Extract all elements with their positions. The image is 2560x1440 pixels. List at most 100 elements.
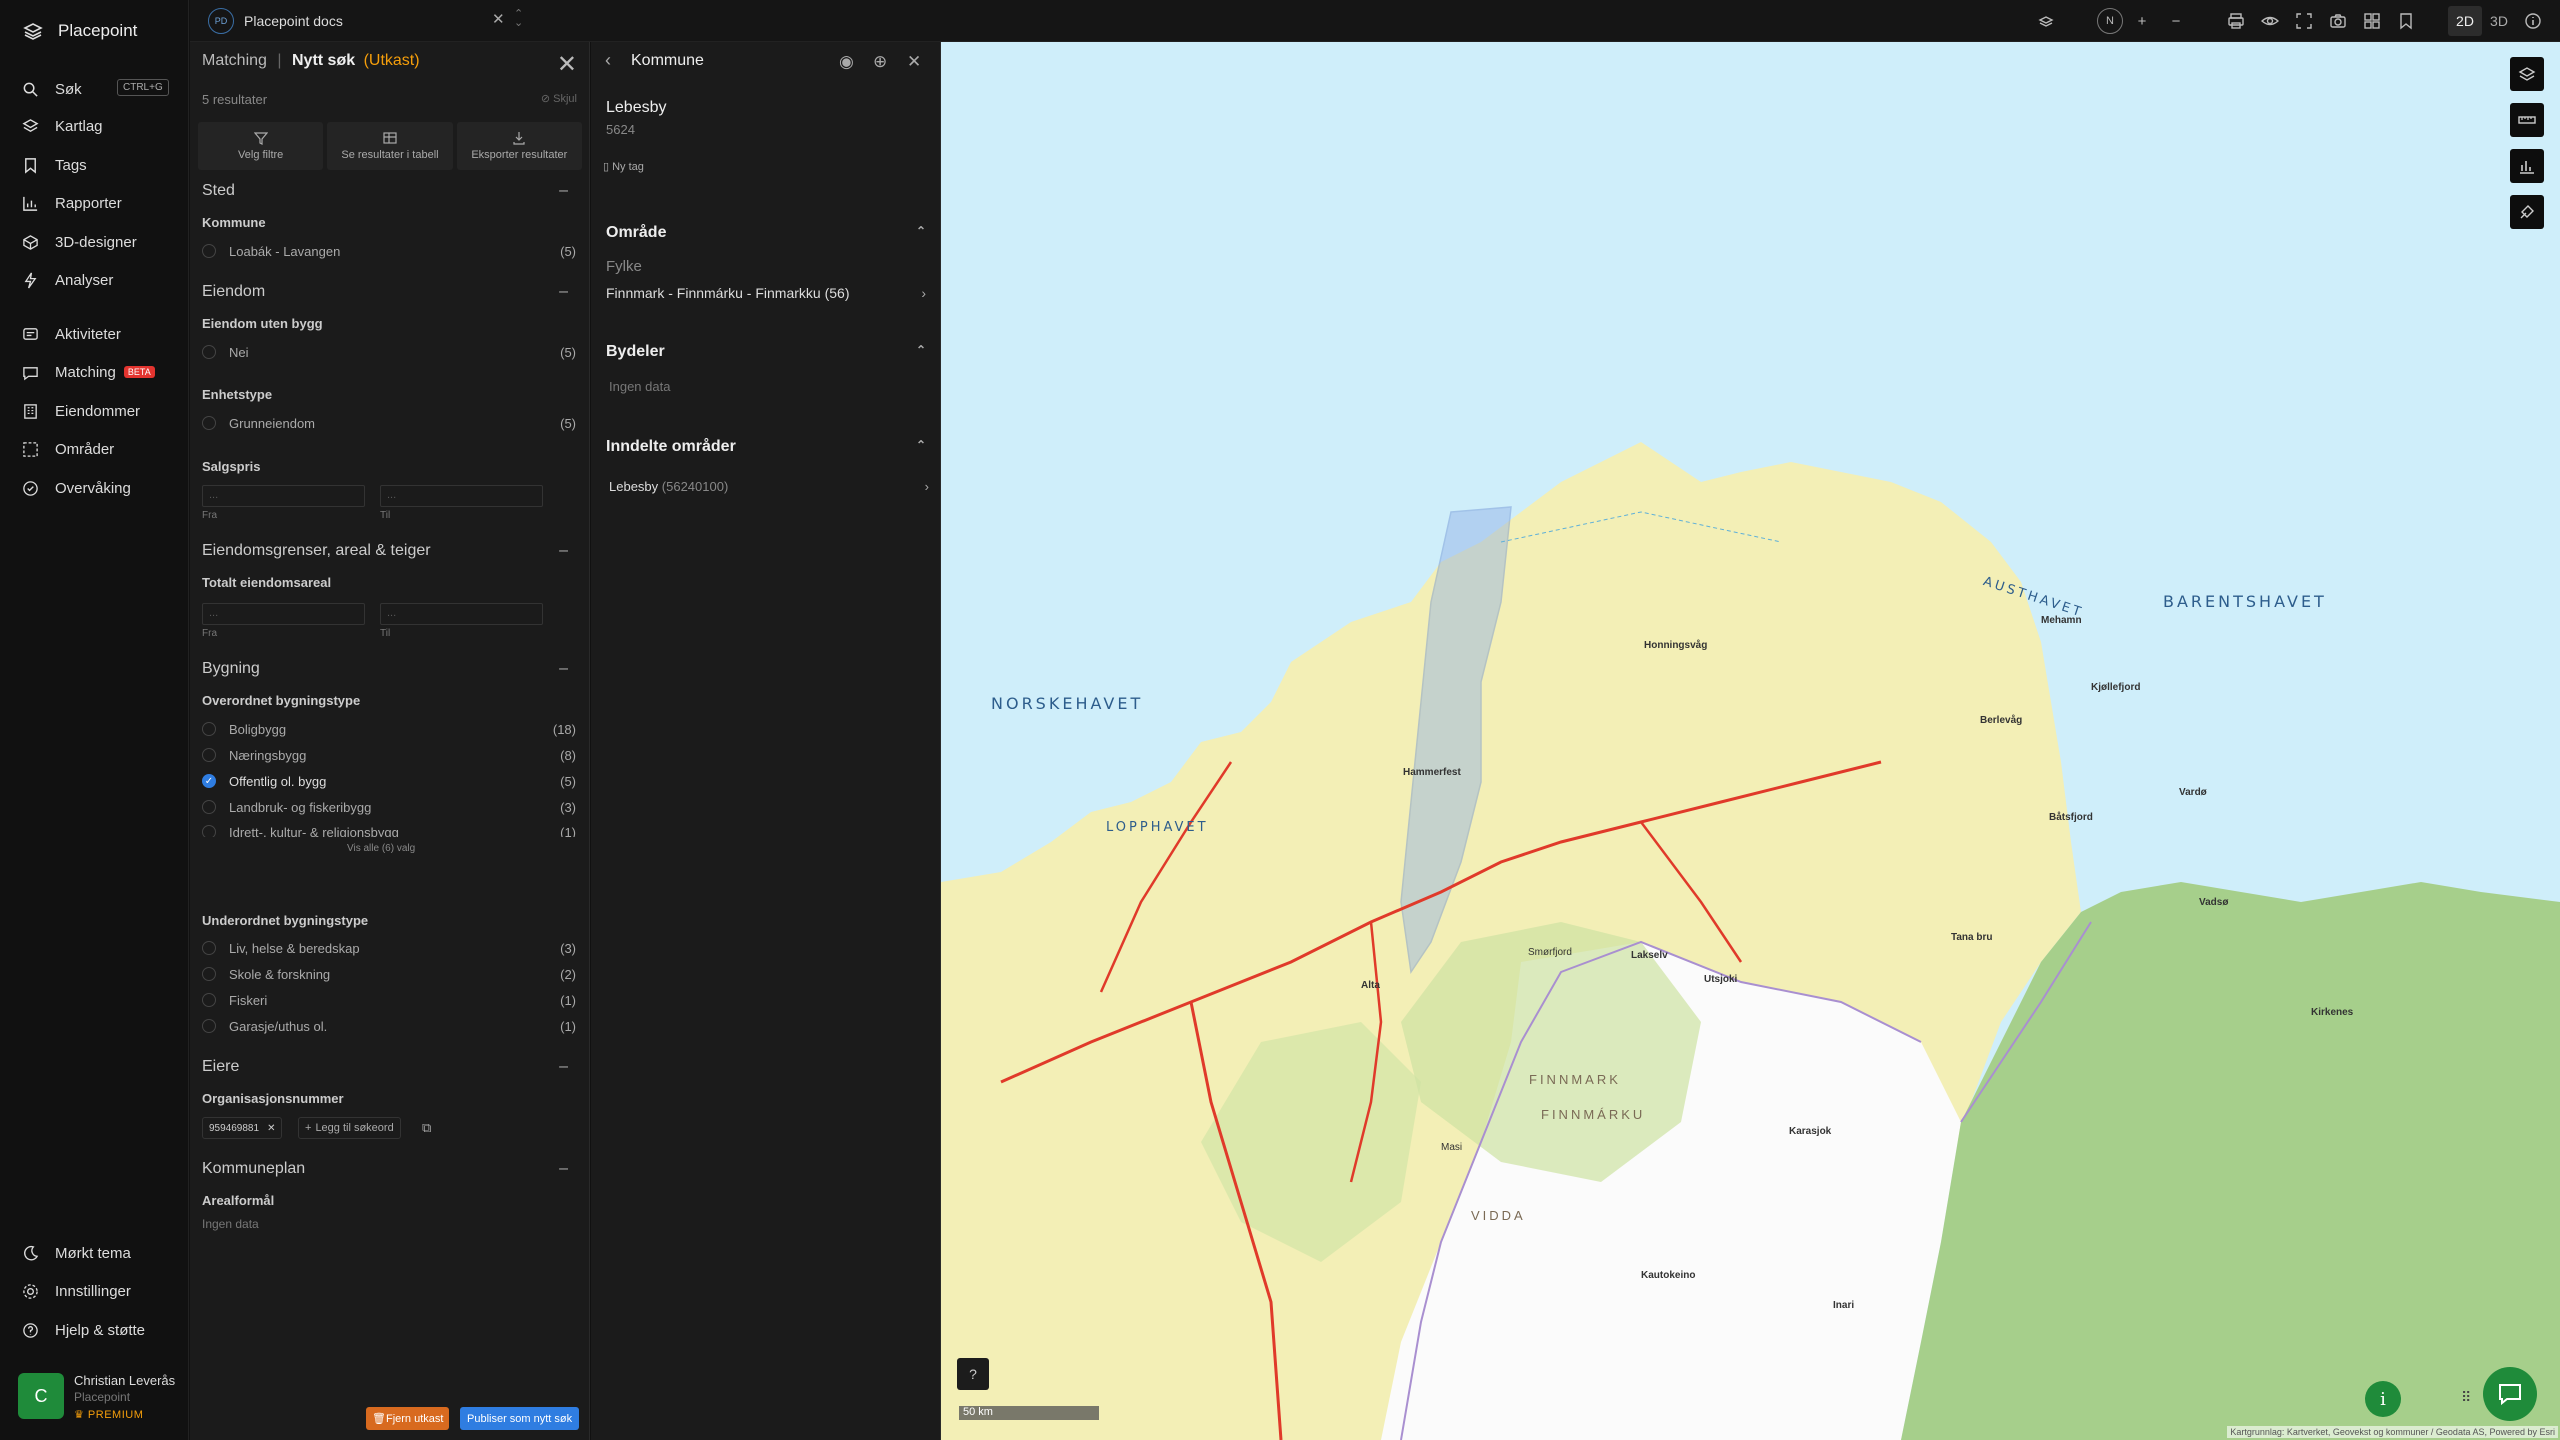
info-button[interactable]: i [2365,1381,2401,1417]
zoom-in-icon[interactable]: + [2131,10,2153,32]
filter-option[interactable]: Loabák - Lavangen (5) [202,241,578,261]
section-bygning[interactable]: Bygning – [202,660,578,678]
sidebar-item-kartlag[interactable]: Kartlag [22,114,182,138]
checkbox[interactable] [202,244,216,258]
add-keyword-button[interactable]: + Legg til søkeord [298,1117,401,1139]
filter-option[interactable]: Næringsbygg (8) [202,745,578,765]
areal-from-input[interactable]: ... [202,603,365,625]
filter-option[interactable]: Nei (5) [202,342,578,362]
checkbox[interactable] [202,993,216,1007]
checkbox[interactable] [202,345,216,359]
checkbox[interactable] [202,967,216,981]
sidebar-item-aktiviteter[interactable]: Aktiviteter [22,322,182,346]
zoom-out-icon[interactable]: − [2165,10,2187,32]
sidebar-item-matching[interactable]: Matching BETA [22,360,182,384]
filter-option[interactable]: Idrett-, kultur- & religionsbygg (1) [202,823,578,837]
remove-draft-button[interactable]: 🗑︎ Fjern utkast [366,1407,450,1430]
info-icon[interactable] [2522,10,2544,32]
section-eiere[interactable]: Eiere – [202,1058,578,1076]
close-tab-icon[interactable]: ✕ [492,10,505,28]
mode-3d-button[interactable]: 3D [2482,6,2516,36]
filter-option[interactable]: Landbruk- og fiskeribygg (3) [202,797,578,817]
collapse-icon[interactable]: – [559,542,568,560]
section-omrade[interactable]: Område ⌃ [606,224,926,242]
filter-option[interactable]: Fiskeri (1) [202,990,578,1010]
publish-button[interactable]: Publiser som nytt søk [460,1407,580,1430]
sidebar-item-dark-theme[interactable]: Mørkt tema [22,1241,182,1265]
breadcrumb-matching[interactable]: Matching [202,52,267,69]
document-tab[interactable]: PD Placepoint docs [208,8,343,34]
checkbox[interactable] [202,722,216,736]
collapse-icon[interactable]: – [559,283,568,301]
sidebar-item-help[interactable]: Hjelp & støtte [22,1318,182,1342]
sidebar-item-overvaking[interactable]: Overvåking [22,476,182,500]
section-kommuneplan[interactable]: Kommuneplan – [202,1160,578,1178]
section-inndelte[interactable]: Inndelte områder ⌃ [606,438,926,456]
paste-icon[interactable]: ⧉ [422,1120,431,1136]
eye-icon[interactable]: ◉ [839,52,854,72]
close-panel-icon[interactable]: ✕ [557,50,577,79]
layers-stack-icon[interactable] [2035,10,2057,32]
eye-icon[interactable] [2259,10,2281,32]
chevron-up-icon[interactable]: ⌃ [916,224,926,238]
sidebar-item-settings[interactable]: Innstillinger [22,1279,182,1303]
grid-icon[interactable] [2361,10,2383,32]
fylke-row[interactable]: Finnmark - Finnmárku - Finmarkku (56) › [606,285,926,301]
back-arrow-icon[interactable]: ‹ [605,50,611,71]
filter-option[interactable]: Garasje/uthus ol. (1) [202,1016,578,1036]
collapse-icon[interactable]: – [559,660,568,678]
chevron-updown-icon[interactable]: ⌃ ⌄ [514,9,523,29]
filter-option[interactable]: ✓ Offentlig ol. bygg (5) [202,771,578,791]
collapse-icon[interactable]: – [559,1160,568,1178]
mode-2d-button[interactable]: 2D [2448,6,2482,36]
section-sted[interactable]: Sted – [202,182,578,200]
camera-icon[interactable] [2327,10,2349,32]
filter-option[interactable]: Liv, helse & beredskap (3) [202,938,578,958]
checkbox[interactable] [202,748,216,762]
sidebar-item-tags[interactable]: Tags [22,153,182,177]
collapse-icon[interactable]: – [559,1058,568,1076]
collapse-icon[interactable]: – [559,182,568,200]
compass-icon[interactable]: N [2097,8,2123,34]
sidebar-item-3d-designer[interactable]: 3D-designer [22,230,182,254]
salgspris-to-input[interactable]: ... [380,485,543,507]
section-bydeler[interactable]: Bydeler ⌃ [606,343,926,361]
user-profile[interactable]: C Christian Leverås Placepoint ♛ PREMIUM [18,1373,175,1421]
sidebar-item-rapporter[interactable]: Rapporter [22,191,182,215]
checkbox[interactable] [202,1019,216,1033]
bookmark-icon[interactable] [2395,10,2417,32]
measure-button[interactable] [2510,103,2544,137]
draw-tool-button[interactable] [2510,195,2544,229]
close-icon[interactable]: ✕ [907,52,921,72]
map-canvas[interactable]: NORSKEHAVET BARENTSHAVET AUSTHAVET LOPPH… [941,42,2560,1440]
print-icon[interactable] [2225,10,2247,32]
checkbox[interactable] [202,800,216,814]
inndelt-row[interactable]: Lebesby (56240100) › [609,479,929,494]
checkbox[interactable] [202,416,216,430]
chevron-up-icon[interactable]: ⌃ [916,438,926,452]
checkbox[interactable] [202,825,216,837]
map-help-button[interactable]: ? [957,1358,989,1390]
chat-button[interactable] [2483,1367,2537,1421]
hide-link[interactable]: ⊘ Skjul [541,92,577,105]
sidebar-item-search[interactable]: Søk CTRL+G [22,77,182,101]
fullscreen-icon[interactable] [2293,10,2315,32]
checkbox[interactable] [202,941,216,955]
statistics-button[interactable] [2510,149,2544,183]
sidebar-item-omrader[interactable]: Områder [22,437,182,461]
filters-button[interactable]: Velg filtre [198,122,324,170]
target-icon[interactable]: ⊕ [873,52,887,72]
chevron-up-icon[interactable]: ⌃ [916,343,926,357]
sidebar-item-eiendommer[interactable]: Eiendommer [22,399,182,423]
table-button[interactable]: Se resultater i tabell [327,122,453,170]
new-tag-button[interactable]: ▯ Ny tag [603,160,644,173]
drag-handle-icon[interactable]: ⠿ [2461,1389,2471,1406]
filter-option[interactable]: Grunneiendom (5) [202,413,578,433]
salgspris-from-input[interactable]: ... [202,485,365,507]
export-button[interactable]: Eksporter resultater [456,122,582,170]
filter-option[interactable]: Skole & forskning (2) [202,964,578,984]
filter-option[interactable]: Boligbygg (18) [202,719,578,739]
areal-to-input[interactable]: ... [380,603,543,625]
section-eiendom[interactable]: Eiendom – [202,283,578,301]
show-all-link[interactable]: Vis alle (6) valg [347,843,415,854]
